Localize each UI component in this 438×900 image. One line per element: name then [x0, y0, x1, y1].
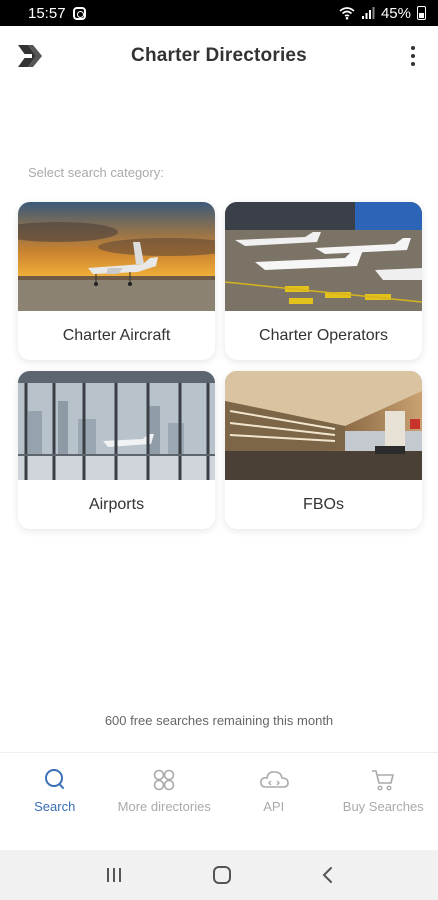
bottom-nav: Search More directories API Buy Searches	[0, 752, 438, 850]
status-right: 45%	[339, 5, 426, 22]
section-label: Select search category:	[28, 165, 164, 180]
status-bar: 15:57 45%	[0, 0, 438, 26]
instagram-icon	[72, 6, 86, 20]
recent-apps-icon[interactable]	[104, 866, 124, 884]
category-card-charter-aircraft[interactable]: Charter Aircraft	[18, 202, 215, 360]
home-icon[interactable]	[211, 864, 233, 886]
category-label: Charter Aircraft	[62, 326, 171, 344]
category-label: FBOs	[303, 495, 344, 513]
nav-label: Buy Searches	[342, 799, 424, 814]
status-left: 15:57	[28, 5, 86, 22]
battery-icon	[417, 6, 426, 20]
nav-label: Search	[34, 799, 76, 814]
nav-label: API	[263, 799, 285, 814]
category-card-airports[interactable]: Airports	[18, 371, 215, 529]
category-label: Airports	[88, 495, 145, 513]
signal-icon	[361, 7, 375, 19]
fbos-image	[225, 371, 422, 480]
nav-buy-searches[interactable]: Buy Searches	[329, 753, 438, 850]
airports-image	[18, 371, 215, 480]
search-icon	[44, 769, 64, 789]
category-label: Charter Operators	[259, 326, 388, 344]
nav-label: More directories	[117, 799, 211, 814]
nav-api[interactable]: API	[219, 753, 329, 850]
logo-icon[interactable]	[16, 43, 44, 69]
status-time: 15:57	[28, 4, 66, 22]
battery-percent: 45%	[380, 4, 411, 22]
category-card-charter-operators[interactable]: Charter Operators	[225, 202, 422, 360]
app-bar: Charter Directories	[0, 26, 438, 86]
grid-icon	[153, 769, 175, 791]
nav-more-directories[interactable]: More directories	[110, 753, 220, 850]
wifi-icon	[339, 7, 355, 20]
charter-aircraft-image	[18, 202, 215, 311]
charter-operators-image	[225, 202, 422, 311]
page-title: Charter Directories	[131, 45, 307, 66]
back-icon[interactable]	[320, 865, 334, 885]
free-searches-remaining: 600 free searches remaining this month	[104, 713, 334, 728]
cloud-icon	[259, 771, 289, 788]
category-card-fbos[interactable]: FBOs	[225, 371, 422, 529]
system-nav-bar	[0, 850, 438, 900]
nav-search[interactable]: Search	[0, 753, 110, 850]
overflow-menu-icon[interactable]	[410, 46, 416, 66]
cart-icon	[372, 770, 395, 791]
